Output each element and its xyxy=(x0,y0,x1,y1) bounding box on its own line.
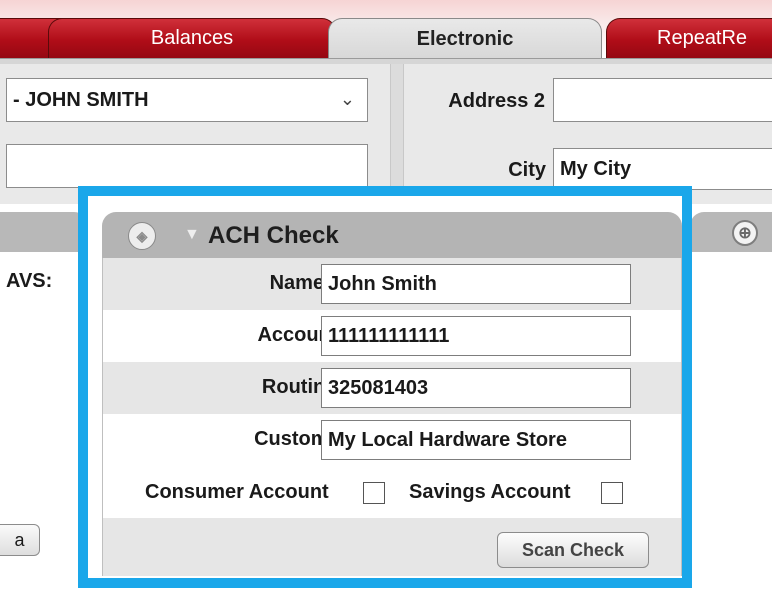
right-panel-header xyxy=(690,212,772,252)
ach-panel-title: ACH Check xyxy=(208,222,339,249)
savings-account-checkbox[interactable] xyxy=(601,482,623,504)
city-label: City xyxy=(508,158,546,181)
routing-row: Routing number: 325081403 xyxy=(103,362,681,414)
globe-icon[interactable]: ⊕ xyxy=(732,220,758,246)
consumer-account-label: Consumer Account xyxy=(145,481,329,503)
tab-repeatrevenue[interactable]: RepeatRe xyxy=(606,18,772,58)
tab-label: Balances xyxy=(150,27,234,49)
custom-addenda-input[interactable]: My Local Hardware Store xyxy=(321,420,631,460)
address2-label: Address 2 xyxy=(448,89,545,112)
customer-select-value: - JOHN SMITH xyxy=(13,88,149,111)
address-input[interactable] xyxy=(6,144,368,188)
addenda-row: Custom addenda: My Local Hardware Store xyxy=(103,414,681,466)
account-number-input[interactable]: 111111111111 xyxy=(321,316,631,356)
savings-account-label: Savings Account xyxy=(409,481,571,503)
button-row: Scan Check xyxy=(103,518,681,576)
left-panel-header xyxy=(0,212,88,252)
address2-input[interactable] xyxy=(553,78,772,122)
left-panel-button[interactable]: a xyxy=(0,524,40,556)
consumer-account-checkbox[interactable] xyxy=(363,482,385,504)
city-input[interactable]: My City xyxy=(553,148,772,190)
column-divider xyxy=(390,64,404,204)
tab-label: Electronic xyxy=(416,28,514,50)
name-row: Name on check: John Smith xyxy=(103,258,681,310)
tab-electronic[interactable]: Electronic xyxy=(328,18,602,60)
account-type-row: Consumer Account Savings Account xyxy=(103,468,681,518)
tab-balances[interactable]: Balances xyxy=(48,18,336,58)
chevron-down-icon: ⌄ xyxy=(339,89,355,109)
customer-select[interactable]: - JOHN SMITH ⌄ xyxy=(6,78,368,122)
routing-number-input[interactable]: 325081403 xyxy=(321,368,631,408)
collapse-triangle-icon[interactable]: ▼ xyxy=(184,226,200,244)
check-icon: ◈ xyxy=(128,222,156,250)
right-panel xyxy=(690,252,772,572)
name-on-check-input[interactable]: John Smith xyxy=(321,264,631,304)
avs-label: AVS: xyxy=(6,270,53,292)
account-row: Account number: 111111111111 xyxy=(103,310,681,362)
tab-label: RepeatRe xyxy=(657,27,748,49)
scan-check-button[interactable]: Scan Check xyxy=(497,532,649,568)
